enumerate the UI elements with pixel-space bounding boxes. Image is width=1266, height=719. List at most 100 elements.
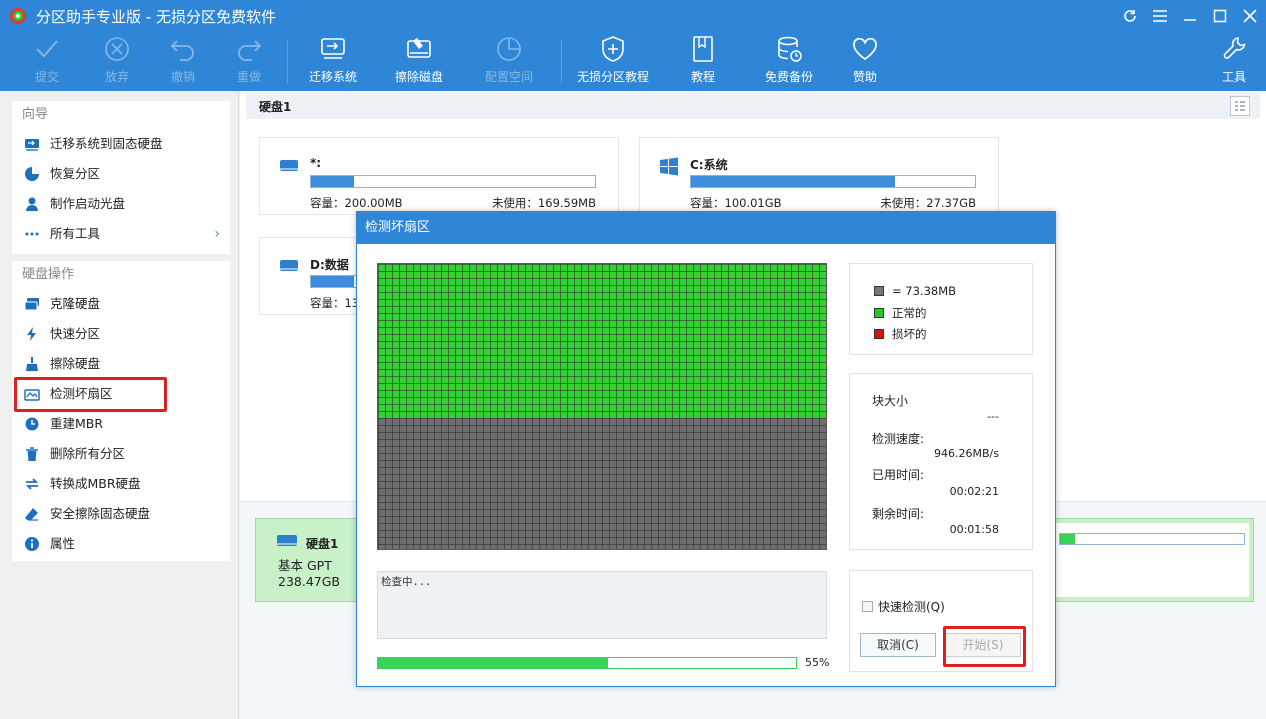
tutorial-button[interactable]: 教程	[661, 34, 745, 90]
drive-icon	[278, 156, 300, 176]
sidebar: 向导 迁移系统到固态硬盘 恢复分区 制作启动光盘 所有工具 › 硬盘操作 克隆硬…	[0, 91, 239, 719]
view-toggle-button[interactable]	[1230, 96, 1250, 116]
tutorial-label: 教程	[661, 68, 745, 85]
partition-name: C:系统	[690, 156, 728, 173]
windows-icon	[658, 156, 680, 176]
migrate-icon	[319, 36, 347, 62]
partition-free: 未使用：169.59MB	[492, 195, 596, 211]
cancel-circle-icon	[104, 36, 130, 62]
maximize-button[interactable]	[1206, 4, 1234, 28]
toolbar-separator	[287, 40, 288, 84]
allocate-space-button[interactable]: 配置空间	[467, 34, 551, 90]
sidebar-item-convert-mbr[interactable]: 转换成MBR硬盘	[12, 469, 230, 499]
sidebar-item-recover-partition[interactable]: 恢复分区	[12, 159, 230, 189]
sidebar-item-migrate-ssd[interactable]: 迁移系统到固态硬盘	[12, 129, 230, 159]
partition-free: 未使用：27.37GB	[880, 195, 976, 211]
sidebar-item-delete-all-partitions[interactable]: 删除所有分区	[12, 439, 230, 469]
partition-usage-fill	[311, 276, 354, 287]
tools-button[interactable]: 工具	[1192, 34, 1266, 90]
undo-icon	[169, 37, 197, 61]
partition-usage-fill	[311, 176, 354, 187]
speed-value: 946.26MB/s	[934, 447, 999, 460]
wipe-disk-button[interactable]: 擦除磁盘	[377, 34, 461, 90]
disk-tile[interactable]: 硬盘1 基本 GPT 238.47GB	[255, 518, 371, 602]
trash-icon	[24, 446, 40, 462]
redo-button[interactable]: 重做	[207, 34, 291, 90]
close-icon	[1243, 9, 1257, 23]
partition-tutorial-button[interactable]: 无损分区教程	[571, 34, 655, 90]
check-bad-sectors-dialog: 检测坏扇区 检查中... 55% = 73.38MB 正常的 损坏的 块大小 -…	[356, 211, 1056, 687]
migrate-os-button[interactable]: 迁移系统	[291, 34, 375, 90]
toolbar: 提交 放弃 撤销 重做 迁移系统 擦除磁盘 配置空间 无损	[0, 34, 1266, 90]
redo-label: 重做	[207, 68, 291, 85]
refresh-button[interactable]	[1116, 4, 1144, 28]
minimize-button[interactable]	[1176, 4, 1204, 28]
partition-capacity: 容量：200.00MB	[310, 195, 403, 211]
clone-disk-icon	[24, 296, 40, 312]
close-button[interactable]	[1236, 4, 1264, 28]
sponsor-label: 赞助	[823, 68, 907, 85]
legend-box: = 73.38MB 正常的 损坏的	[849, 263, 1033, 355]
cancel-button[interactable]: 取消(C)	[860, 633, 936, 657]
partition-tile-inner	[1051, 523, 1249, 597]
sidebar-item-label: 转换成MBR硬盘	[50, 476, 141, 491]
minimize-icon	[1183, 10, 1197, 22]
sponsor-button[interactable]: 赞助	[823, 34, 907, 90]
boot-disc-icon	[24, 196, 40, 212]
info-icon	[24, 536, 40, 552]
maximize-icon	[1213, 9, 1227, 23]
elapsed-label: 已用时间:	[872, 466, 924, 483]
menu-button[interactable]	[1146, 4, 1174, 28]
partition-card[interactable]: *: 容量：200.00MB 未使用：169.59MB	[259, 137, 619, 215]
chevron-right-icon: ›	[214, 219, 220, 249]
partition-usage-fill	[691, 176, 895, 187]
allocate-space-label: 配置空间	[467, 68, 551, 85]
highlight-check-bad-sectors	[14, 377, 167, 412]
partition-card[interactable]: C:系统 容量：100.01GB 未使用：27.37GB	[639, 137, 999, 215]
sidebar-item-secure-erase-ssd[interactable]: 安全擦除固态硬盘	[12, 499, 230, 529]
sidebar-item-quick-partition[interactable]: 快速分区	[12, 319, 230, 349]
window-title: 分区助手专业版 - 无损分区免费软件	[36, 6, 276, 27]
block-size-label: 块大小	[872, 392, 908, 409]
menu-icon	[1153, 10, 1167, 22]
tools-label: 工具	[1192, 68, 1266, 85]
remaining-value: 00:01:58	[950, 523, 999, 536]
sidebar-item-boot-disc[interactable]: 制作启动光盘	[12, 189, 230, 219]
sidebar-item-rebuild-mbr[interactable]: 重建MBR	[12, 409, 230, 439]
sidebar-item-label: 迁移系统到固态硬盘	[50, 136, 163, 151]
backup-icon	[775, 35, 803, 63]
progress-percent: 55%	[805, 656, 829, 669]
sidebar-item-clone-disk[interactable]: 克隆硬盘	[12, 289, 230, 319]
partition-tile[interactable]	[1046, 518, 1254, 602]
block-size-value: ---	[987, 410, 999, 423]
sidebar-item-label: 制作启动光盘	[50, 196, 125, 211]
convert-icon	[24, 476, 40, 492]
progress-fill	[378, 658, 608, 668]
list-view-icon	[1231, 97, 1249, 115]
quick-check-checkbox[interactable]: 快速检测(Q)	[862, 598, 945, 615]
partition-tile-bar	[1059, 533, 1245, 545]
refresh-icon	[1123, 9, 1137, 23]
broom-icon	[24, 356, 40, 372]
drive-icon	[276, 533, 298, 549]
speed-label: 检测速度:	[872, 430, 924, 447]
sidebar-item-all-tools[interactable]: 所有工具 ›	[12, 219, 230, 249]
elapsed-value: 00:02:21	[950, 485, 999, 498]
shield-icon	[600, 35, 626, 63]
highlight-start-button	[943, 626, 1026, 667]
book-icon	[691, 35, 715, 63]
free-backup-button[interactable]: 免费备份	[747, 34, 831, 90]
legend-label: 正常的	[892, 305, 927, 321]
sidebar-item-label: 擦除硬盘	[50, 356, 100, 371]
legend-swatch-green	[874, 308, 884, 318]
sidebar-item-wipe-disk[interactable]: 擦除硬盘	[12, 349, 230, 379]
partition-name: *:	[310, 156, 321, 170]
dialog-title: 检测坏扇区	[357, 212, 1055, 244]
sidebar-item-label: 快速分区	[50, 326, 100, 341]
recover-partition-icon	[24, 166, 40, 182]
sidebar-item-label: 重建MBR	[50, 416, 103, 431]
migrate-os-label: 迁移系统	[291, 68, 375, 85]
sidebar-item-label: 安全擦除固态硬盘	[50, 506, 150, 521]
sidebar-item-properties[interactable]: 属性	[12, 529, 230, 559]
disk-header: 硬盘1	[246, 93, 1260, 119]
